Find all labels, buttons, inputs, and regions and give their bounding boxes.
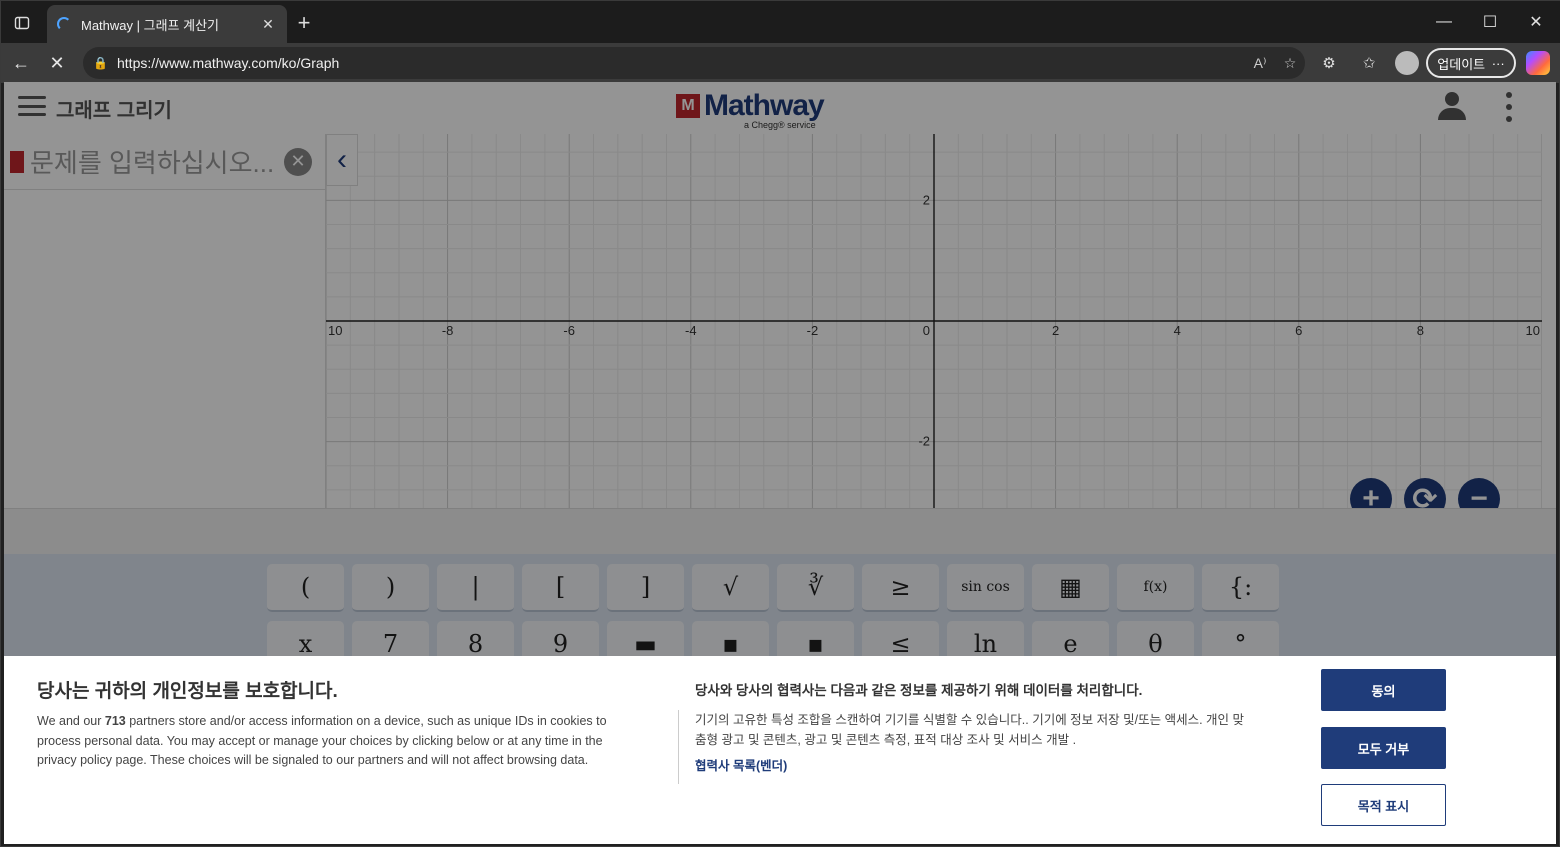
tab-actions-icon[interactable] [9, 10, 35, 36]
consent-title: 당사는 귀하의 개인정보를 보호합니다. [37, 681, 338, 702]
tab-close-icon[interactable]: ✕ [259, 15, 277, 33]
maximize-button[interactable]: ☐ [1467, 1, 1513, 43]
favorite-star-icon[interactable]: ☆ [1275, 55, 1305, 72]
partners-count: 713 [104, 714, 126, 728]
tab-title: Mathway | 그래프 계산기 [81, 17, 219, 33]
consent-banner: 당사는 귀하의 개인정보를 보호합니다. We and our 713 part… [4, 656, 1556, 844]
title-bar: Mathway | 그래프 계산기 ✕ + — ☐ ✕ [1, 1, 1560, 43]
accept-button[interactable]: 동의 [1321, 669, 1446, 711]
update-button[interactable]: 업데이트 ··· [1426, 48, 1516, 78]
reject-all-button[interactable]: 모두 거부 [1321, 727, 1446, 769]
lock-icon: 🔒 [93, 56, 108, 70]
purposes-body: 기기의 고유한 특성 조합을 스캔하여 기기를 식별할 수 있습니다.. 기기에… [695, 713, 1244, 747]
browser-toolbar: ← ✕ 🔒 https://www.mathway.com/ko/Graph A… [1, 43, 1560, 83]
loading-spinner-icon [57, 17, 71, 31]
copilot-icon[interactable] [1526, 51, 1550, 75]
vendors-link[interactable]: 협력사 목록(벤더) [695, 755, 787, 774]
active-tab[interactable]: Mathway | 그래프 계산기 ✕ [47, 5, 287, 43]
profile-avatar[interactable] [1395, 51, 1419, 75]
stop-loading-button[interactable]: ✕ [43, 49, 71, 77]
url-text: https://www.mathway.com/ko/Graph [117, 55, 340, 71]
minimize-button[interactable]: — [1421, 1, 1467, 43]
consent-divider [678, 710, 679, 784]
close-window-button[interactable]: ✕ [1513, 1, 1559, 43]
favorites-icon[interactable]: ✩ [1355, 49, 1383, 77]
address-bar[interactable]: 🔒 https://www.mathway.com/ko/Graph A⁾ ☆ [83, 47, 1305, 79]
consent-body: We and our 713 partners store and/or acc… [37, 714, 607, 767]
extensions-icon[interactable]: ⚙ [1315, 49, 1343, 77]
purposes-title: 당사와 당사의 협력사는 다음과 같은 정보를 제공하기 위해 데이터를 처리합… [695, 683, 1143, 698]
update-label: 업데이트 [1437, 56, 1486, 72]
read-aloud-icon[interactable]: A⁾ [1245, 55, 1275, 72]
back-button[interactable]: ← [7, 49, 35, 77]
new-tab-button[interactable]: + [291, 10, 317, 36]
more-menu-icon[interactable]: ··· [1492, 56, 1505, 71]
show-purposes-button[interactable]: 목적 표시 [1321, 784, 1446, 826]
